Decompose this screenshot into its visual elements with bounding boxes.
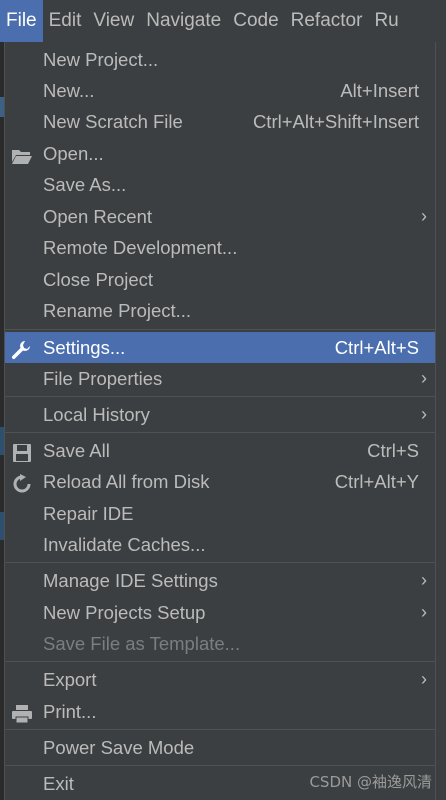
menu-item-label: New... [43,80,95,101]
menu-item-label: Save As... [43,174,127,195]
menu-view[interactable]: View [87,0,140,42]
menu-view-label: View [93,10,135,31]
menu-item-label: Save All [43,440,110,461]
menu-edit[interactable]: Edit [43,0,88,42]
menu-navigate-label: Navigate [146,10,222,31]
menu-separator [5,661,435,662]
chevron-right-icon: › [421,602,427,622]
menu-item-label: Close Project [43,269,154,290]
menu-item-label: Invalidate Caches... [43,534,206,555]
menu-refactor-label: Refactor [290,10,363,31]
menu-item-label: Save File as Template... [43,633,241,654]
menu-item-label: New Scratch File [43,111,183,132]
menu-separator [5,765,435,766]
chevron-right-icon: › [421,206,427,226]
menu-item-new-project[interactable]: New Project... [5,44,435,75]
menu-separator [5,329,435,330]
menu-item-close-project[interactable]: Close Project [5,264,435,295]
menu-item-shortcut: Ctrl+S [367,440,419,461]
menu-navigate[interactable]: Navigate [140,0,227,42]
menu-item-reload-all[interactable]: Reload All from Disk Ctrl+Alt+Y [5,466,435,497]
menu-item-label: New Projects Setup [43,602,206,623]
menu-code-label: Code [233,10,279,31]
menu-item-settings[interactable]: Settings... Ctrl+Alt+S [5,332,435,363]
chevron-right-icon: › [421,570,427,590]
menu-code[interactable]: Code [227,0,284,42]
menu-item-print[interactable]: Print... [5,696,435,727]
menu-separator [5,562,435,563]
menu-item-label: Settings... [43,337,126,358]
menu-file-label: File [6,10,37,31]
menu-refactor[interactable]: Refactor [285,0,369,42]
menu-item-label: Remote Development... [43,237,238,258]
print-icon [11,702,33,724]
menu-item-new[interactable]: New... Alt+Insert [5,75,435,106]
menu-item-label: Exit [43,773,74,794]
watermark: CSDN @袖逸风清 [309,773,432,791]
chevron-right-icon: › [421,669,427,689]
menu-item-remote-development[interactable]: Remote Development... [5,232,435,263]
menu-item-invalidate-caches[interactable]: Invalidate Caches... [5,529,435,560]
chevron-right-icon: › [421,404,427,424]
folder-open-icon [11,144,33,164]
menu-item-file-properties[interactable]: File Properties › [5,363,435,394]
menu-item-local-history[interactable]: Local History › [5,399,435,430]
menu-item-shortcut: Ctrl+Alt+Y [334,471,419,492]
menu-item-shortcut: Alt+Insert [340,80,419,101]
reload-icon [11,472,33,493]
menu-item-save-as[interactable]: Save As... [5,169,435,200]
menu-file[interactable]: File [0,0,43,42]
file-menu-popup: New Project... New... Alt+Insert New Scr… [4,42,436,800]
menu-item-new-scratch-file[interactable]: New Scratch File Ctrl+Alt+Shift+Insert [5,106,435,137]
menu-item-open[interactable]: Open... [5,138,435,169]
menu-separator [5,432,435,433]
menu-item-label: Repair IDE [43,503,134,524]
menu-item-new-projects-setup[interactable]: New Projects Setup › [5,597,435,628]
menu-item-label: File Properties [43,368,163,389]
menu-item-repair-ide[interactable]: Repair IDE [5,498,435,529]
menu-item-label: Reload All from Disk [43,471,210,492]
menu-item-label: Open... [43,143,104,164]
menu-item-label: Power Save Mode [43,737,195,758]
chevron-right-icon: › [421,368,427,388]
menu-item-shortcut: Ctrl+Alt+Shift+Insert [252,111,419,132]
menu-item-save-file-as-template: Save File as Template... [5,628,435,659]
save-icon [11,441,33,462]
menu-item-label: Rename Project... [43,300,192,321]
menu-item-label: Print... [43,701,97,722]
menu-item-label: Open Recent [43,206,153,227]
menu-run-label: Ru [374,10,399,31]
menu-item-export[interactable]: Export › [5,664,435,695]
menu-item-label: Manage IDE Settings [43,570,218,591]
menu-bar: File Edit View Navigate Code Refactor Ru [0,0,446,42]
menu-separator [5,396,435,397]
menu-item-rename-project[interactable]: Rename Project... [5,295,435,326]
wrench-icon [11,338,33,360]
menu-item-manage-ide-settings[interactable]: Manage IDE Settings › [5,565,435,596]
menu-run[interactable]: Ru [368,0,404,42]
menu-item-save-all[interactable]: Save All Ctrl+S [5,435,435,466]
menu-item-open-recent[interactable]: Open Recent › [5,201,435,232]
menu-item-label: Export [43,669,97,690]
menu-item-power-save-mode[interactable]: Power Save Mode [5,732,435,763]
menu-item-label: New Project... [43,49,159,70]
menu-item-shortcut: Ctrl+Alt+S [334,337,419,358]
menu-separator [5,729,435,730]
menu-item-label: Local History [43,404,150,425]
menu-edit-label: Edit [48,10,82,31]
